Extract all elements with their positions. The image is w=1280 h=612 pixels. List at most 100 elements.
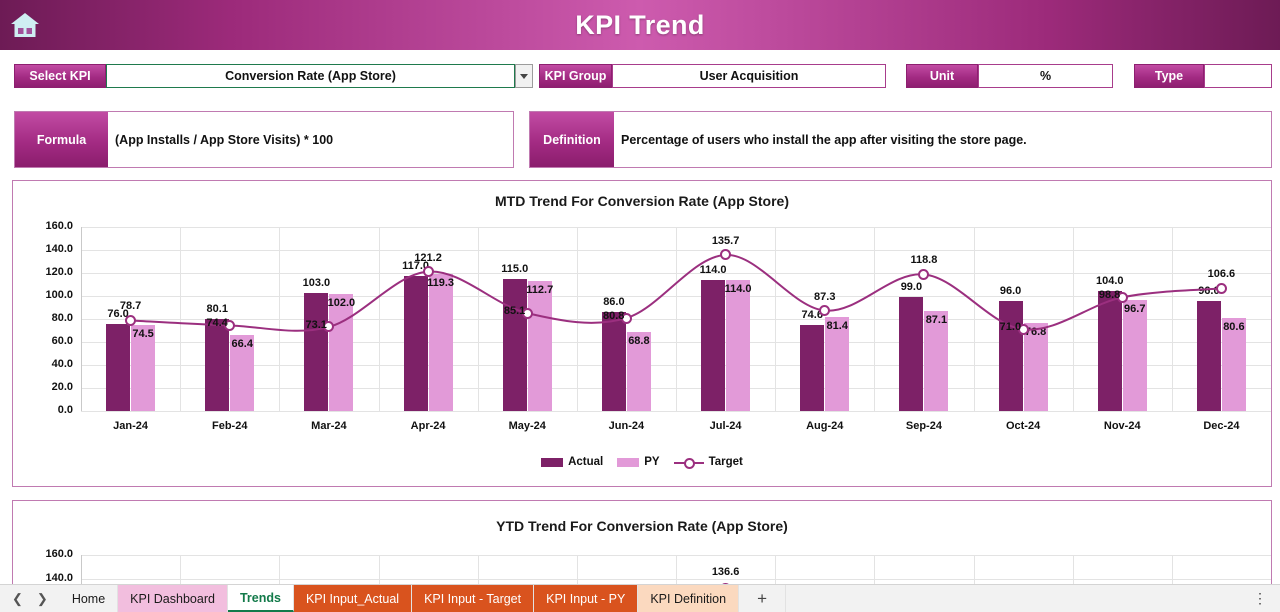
legend-item-target: Target bbox=[673, 456, 743, 469]
sheet-tab-home[interactable]: Home bbox=[59, 585, 119, 612]
formula-block: Formula (App Installs / App Store Visits… bbox=[14, 111, 514, 168]
kpi-trend-app: KPI Trend Select KPI Conversion Rate (Ap… bbox=[0, 0, 1280, 612]
legend-swatch-target bbox=[673, 457, 704, 469]
x-axis-tick-label: Jul-24 bbox=[709, 420, 742, 432]
data-label-actual: 114.0 bbox=[699, 263, 727, 276]
sheet-tab-bar: ❮ ❯ Home KPI Dashboard Trends KPI Input_Act… bbox=[0, 584, 1280, 612]
y-axis-line bbox=[81, 227, 82, 411]
legend-item-actual: Actual bbox=[541, 456, 603, 468]
data-label-target: 85.1 bbox=[503, 305, 526, 318]
data-label-target: 118.8 bbox=[910, 254, 938, 267]
target-marker bbox=[125, 314, 137, 326]
bar-py bbox=[1122, 299, 1147, 411]
mtd-plot-area: 0.0 20.0 40.0 60.0 80.0 100.0 120.0 140.0 160.0 7… bbox=[13, 215, 1273, 445]
sheet-tab-kpi-input-actual[interactable]: KPI Input_Actual bbox=[293, 585, 413, 612]
kpi-meta-fields: Select KPI Conversion Rate (App Store) K… bbox=[0, 50, 1280, 185]
add-sheet-button[interactable]: + bbox=[739, 585, 786, 612]
target-marker bbox=[918, 268, 930, 280]
data-label-py: 112.7 bbox=[526, 284, 554, 297]
data-label-py: 74.5 bbox=[132, 328, 154, 341]
data-label-py: 114.0 bbox=[724, 282, 752, 295]
data-label-py: 102.0 bbox=[327, 296, 356, 309]
mtd-chart-panel: MTD Trend For Conversion Rate (App Store… bbox=[12, 180, 1272, 487]
sheet-tab-kpi-dashboard[interactable]: KPI Dashboard bbox=[118, 585, 228, 612]
bar-actual bbox=[601, 312, 626, 411]
y-axis-tick-label: 60.0 bbox=[51, 335, 73, 347]
legend-label-target: Target bbox=[708, 456, 743, 468]
data-label-py: 68.8 bbox=[628, 334, 650, 347]
vertical-dots-icon[interactable]: ⋮ bbox=[1241, 585, 1280, 612]
y-axis-tick-label: 120.0 bbox=[45, 266, 73, 278]
data-label-py: 96.7 bbox=[1124, 302, 1146, 315]
formula-value: (App Installs / App Store Visits) * 100 bbox=[108, 112, 513, 167]
bar-actual bbox=[403, 276, 428, 411]
data-label-py: 87.1 bbox=[925, 313, 948, 326]
data-label-actual: 80.1 bbox=[206, 302, 228, 315]
data-label-target: 98.8 bbox=[1098, 289, 1121, 302]
data-label-actual: 103.0 bbox=[302, 276, 331, 289]
mtd-chart-title: MTD Trend For Conversion Rate (App Store… bbox=[494, 193, 789, 209]
bar-py bbox=[924, 310, 949, 411]
data-label-target: 71.0 bbox=[999, 321, 1022, 334]
y-axis-tick-label: 20.0 bbox=[51, 381, 73, 393]
definition-value: Percentage of users who install the app … bbox=[614, 112, 1271, 167]
bar-py bbox=[329, 293, 354, 411]
x-axis-tick-label: May-24 bbox=[508, 420, 546, 432]
data-label-actual: 115.0 bbox=[501, 262, 529, 275]
x-axis-tick-label: Jan-24 bbox=[113, 420, 148, 432]
chevron-left-icon[interactable]: ❮ bbox=[12, 591, 23, 607]
gridline-vertical bbox=[279, 227, 281, 411]
data-label-target: 106.6 bbox=[1207, 268, 1236, 281]
unit-field: Unit % bbox=[906, 64, 1113, 88]
sheet-tab-kpi-input-py[interactable]: KPI Input - PY bbox=[534, 585, 639, 612]
data-label-py: 81.4 bbox=[826, 320, 848, 333]
type-field: Type bbox=[1134, 64, 1272, 88]
unit-label: Unit bbox=[906, 64, 978, 88]
data-label-py: 66.4 bbox=[231, 337, 253, 350]
gridline-vertical bbox=[477, 227, 479, 411]
sheet-nav-arrows: ❮ ❯ bbox=[0, 585, 60, 612]
chevron-down-icon[interactable] bbox=[515, 64, 533, 88]
y-axis-tick-label: 80.0 bbox=[51, 312, 73, 324]
gridline-vertical bbox=[676, 227, 677, 411]
sheet-tab-kpi-input-target[interactable]: KPI Input - Target bbox=[412, 585, 535, 612]
data-label-target: 73.1 bbox=[305, 318, 327, 331]
gridline-vertical bbox=[576, 227, 578, 411]
data-label-target: 78.7 bbox=[119, 300, 142, 313]
target-marker bbox=[1215, 282, 1227, 294]
bar-actual bbox=[1196, 300, 1221, 411]
bar-actual bbox=[502, 278, 527, 411]
bar-actual bbox=[998, 300, 1023, 411]
data-label-actual: 86.0 bbox=[603, 296, 625, 309]
select-kpi-value[interactable]: Conversion Rate (App Store) bbox=[106, 64, 515, 88]
data-label-target: 74.4 bbox=[206, 317, 228, 330]
definition-block: Definition Percentage of users who insta… bbox=[529, 111, 1272, 168]
x-axis-tick-label: Nov-24 bbox=[1103, 420, 1141, 432]
bar-actual bbox=[701, 279, 726, 411]
mtd-chart-legend: Actual PY Target bbox=[13, 456, 1271, 469]
ytd-chart-title: YTD Trend For Conversion Rate (App Store… bbox=[496, 518, 788, 534]
sheet-tab-trends[interactable]: Trends bbox=[227, 585, 294, 612]
target-marker bbox=[422, 266, 434, 278]
data-label-actual: 96.0 bbox=[999, 284, 1022, 297]
formula-label: Formula bbox=[15, 112, 108, 167]
y-axis-tick-label: 40.0 bbox=[51, 358, 73, 370]
legend-label-py: PY bbox=[644, 456, 660, 468]
legend-label-actual: Actual bbox=[568, 456, 604, 468]
gridline-vertical bbox=[180, 227, 182, 411]
target-marker bbox=[720, 249, 732, 261]
chevron-right-icon[interactable]: ❯ bbox=[37, 591, 48, 607]
kpi-group-label: KPI Group bbox=[539, 64, 612, 88]
gridline-vertical bbox=[973, 227, 975, 411]
x-axis-tick-label: Mar-24 bbox=[311, 420, 347, 432]
bar-actual bbox=[304, 292, 329, 411]
x-axis-tick-label: Apr-24 bbox=[410, 420, 446, 432]
x-axis-tick-label: Oct-24 bbox=[1005, 420, 1041, 432]
data-label-py: 119.3 bbox=[427, 276, 455, 289]
gridline bbox=[81, 411, 1271, 412]
data-label-target: 135.7 bbox=[711, 234, 740, 247]
bar-py bbox=[726, 279, 751, 411]
y-axis-tick-label: 100.0 bbox=[45, 289, 73, 301]
sheet-tab-kpi-definition[interactable]: KPI Definition bbox=[638, 585, 740, 612]
kpi-group-field: KPI Group User Acquisition bbox=[539, 64, 886, 88]
